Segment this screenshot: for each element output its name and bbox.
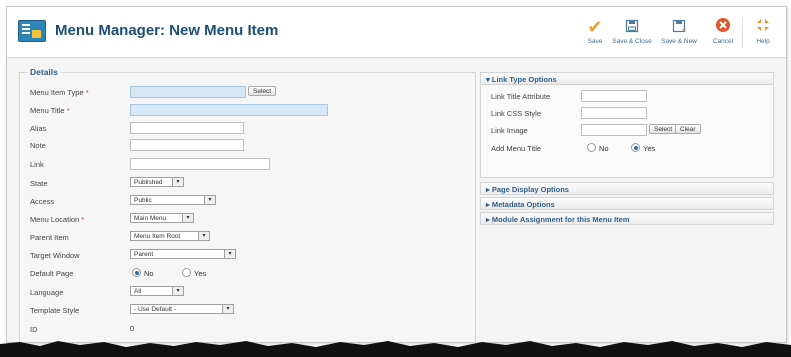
link-title-attribute-label: Link Title Attribute [491, 92, 551, 101]
link-type-options-header[interactable]: ▾ Link Type Options [480, 72, 774, 85]
chevron-down-icon: ▾ [222, 305, 233, 313]
language-select[interactable]: All ▾ [130, 286, 184, 296]
page-title: Menu Manager: New Menu Item [55, 22, 279, 39]
chevron-down-icon: ▾ [182, 214, 193, 222]
menu-item-type-field[interactable] [130, 86, 246, 98]
chevron-down-icon: ▾ [204, 196, 215, 204]
torn-edge-decoration [0, 341, 791, 357]
add-menu-title-no-radio[interactable]: No [587, 143, 609, 153]
alias-input[interactable] [130, 122, 244, 134]
access-label: Access [30, 197, 55, 206]
template-style-select[interactable]: - Use Default - ▾ [130, 304, 234, 314]
link-image-input[interactable] [581, 124, 647, 136]
link-image-clear-button[interactable]: Clear [675, 124, 701, 134]
menu-item-type-row: Menu Item Type * Select [30, 86, 470, 100]
chevron-down-icon: ▾ [224, 250, 235, 258]
note-input[interactable] [130, 139, 244, 151]
link-label: Link [30, 160, 44, 169]
details-fieldset: Details Menu Item Type * Select Menu Tit… [19, 67, 476, 342]
menu-manager-icon [18, 20, 46, 42]
required-marker: * [66, 106, 70, 115]
link-image-select-button[interactable]: Select [649, 124, 678, 134]
link-type-options-panel: Link Title Attribute Link CSS Style Link… [480, 86, 774, 178]
menu-item-type-label: Menu Item Type [30, 88, 84, 97]
add-menu-title-label: Add Menu Title [491, 144, 542, 153]
save-button[interactable]: ✔ Save [576, 16, 614, 45]
help-icon [744, 16, 782, 38]
link-image-label: Link Image [491, 126, 528, 135]
required-marker: * [81, 215, 85, 224]
default-page-no-radio[interactable]: No [132, 268, 154, 278]
check-icon: ✔ [587, 17, 603, 37]
app-window: Menu Manager: New Menu Item ✔ Save Save … [6, 6, 787, 343]
save-close-button[interactable]: Save & Close [610, 16, 654, 45]
default-page-yes-radio[interactable]: Yes [182, 268, 206, 278]
chevron-down-icon: ▾ [172, 178, 183, 186]
link-css-style-input[interactable] [581, 107, 647, 119]
toolbar-divider [742, 18, 743, 48]
required-marker: * [85, 88, 89, 97]
save-new-button[interactable]: + Save & New [658, 16, 700, 45]
link-input[interactable] [130, 158, 270, 170]
id-label: ID [30, 325, 38, 334]
radio-unselected-icon [587, 143, 596, 152]
radio-selected-icon [132, 268, 141, 277]
link-title-attribute-input[interactable] [581, 90, 647, 102]
cancel-button[interactable]: Cancel [704, 16, 742, 45]
help-button[interactable]: Help [744, 16, 782, 45]
target-window-select[interactable]: Parent ▾ [130, 249, 236, 259]
parent-item-select[interactable]: Menu Item Root ▾ [130, 231, 210, 241]
link-css-style-label: Link CSS Style [491, 109, 542, 118]
target-window-label: Target Window [30, 251, 80, 260]
save-close-icon [610, 16, 654, 38]
template-style-label: Template Style [30, 306, 80, 315]
state-label: State [30, 179, 48, 188]
menu-location-label: Menu Location [30, 215, 80, 224]
id-value: 0 [130, 324, 135, 333]
default-page-label: Default Page [30, 269, 74, 278]
state-select[interactable]: Published ▾ [130, 177, 184, 187]
menu-item-type-select-button[interactable]: Select [248, 86, 277, 96]
cancel-icon [704, 16, 742, 38]
parent-item-label: Parent Item [30, 233, 69, 242]
access-select[interactable]: Public ▾ [130, 195, 216, 205]
page-display-options-header[interactable]: ▸ Page Display Options [480, 182, 774, 195]
menu-title-row: Menu Title * [30, 104, 470, 118]
add-menu-title-yes-radio[interactable]: Yes [631, 143, 655, 153]
page-header: Menu Manager: New Menu Item ✔ Save Save … [7, 7, 786, 58]
note-label: Note [30, 141, 46, 150]
language-label: Language [30, 288, 64, 297]
chevron-down-icon: ▾ [172, 287, 183, 295]
chevron-down-icon: ▾ [198, 232, 209, 240]
module-assignment-header[interactable]: ▸ Module Assignment for this Menu Item [480, 212, 774, 225]
menu-title-label: Menu Title [30, 106, 65, 115]
toolbar: ✔ Save Save & Close + Save & New Cancel [576, 16, 786, 52]
save-new-icon: + [658, 16, 700, 38]
radio-selected-icon [631, 143, 640, 152]
radio-unselected-icon [182, 268, 191, 277]
metadata-options-header[interactable]: ▸ Metadata Options [480, 197, 774, 210]
menu-title-input[interactable] [130, 104, 328, 116]
details-legend: Details [27, 67, 61, 77]
svg-text:+: + [681, 26, 686, 33]
alias-label: Alias [30, 124, 47, 133]
menu-location-select[interactable]: Main Menu ▾ [130, 213, 194, 223]
